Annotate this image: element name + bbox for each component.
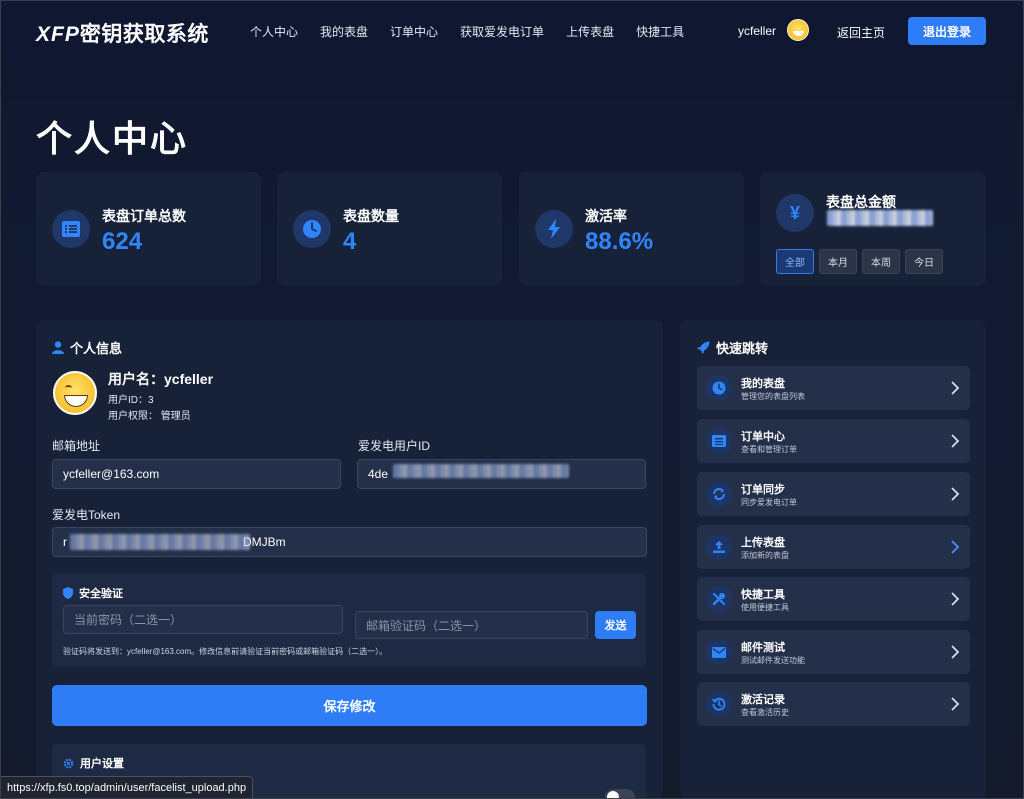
blurred-afdian-id [393,464,569,478]
quick-link-desc: 查看和管理订单 [741,445,797,454]
profile-section-title: 个人信息 [52,338,122,357]
mail-icon [706,639,732,665]
clock-icon [706,375,732,401]
user-settings-title: 用户设置 [63,755,124,771]
quick-link-activation-history[interactable]: 激活记录 查看激活历史 [697,682,970,726]
security-note: 验证码将发送到：ycfeller@163.com。修改信息前请验证当前密码或邮箱… [63,647,388,656]
user-icon [52,341,64,354]
menu-item-orders[interactable]: 订单中心 [390,23,438,40]
chevron-right-icon [951,381,960,395]
range-button-month[interactable]: 本月 [819,249,857,274]
range-filter: 全部 本月 本周 今日 [776,249,943,274]
clock-icon [293,210,331,248]
email-field[interactable]: ycfeller@163.com [52,459,341,489]
profile-role: 用户权限： 管理员 [108,411,191,422]
menu-item-profile[interactable]: 个人中心 [250,23,298,40]
blurred-amount [827,210,933,226]
token-label: 爱发电Token [52,508,121,522]
range-button-today[interactable]: 今日 [905,249,943,274]
quick-link-mail-test[interactable]: 邮件测试 测试邮件发送功能 [697,630,970,674]
stat-value: 4 [343,228,357,255]
stat-card-orders: 表盘订单总数 624 [36,172,261,286]
avatar[interactable] [787,19,809,41]
quick-link-title: 我的表盘 [741,378,785,390]
quick-link-tools[interactable]: 快捷工具 使用便捷工具 [697,577,970,621]
top-nav: XFP密钥获取系统 个人中心 我的表盘 订单中心 获取爱发电订单 上传表盘 快捷… [0,0,1024,62]
quick-link-desc: 使用便捷工具 [741,603,789,612]
save-button[interactable]: 保存修改 [52,685,647,726]
profile-avatar [53,371,97,415]
shield-icon [63,587,73,599]
profile-user-id: 用户ID：3 [108,395,154,406]
menu-item-my-dials[interactable]: 我的表盘 [320,23,368,40]
stat-label: 表盘总金额 [826,194,896,210]
main-menu: 个人中心 我的表盘 订单中心 获取爱发电订单 上传表盘 快捷工具 [250,23,684,40]
stat-card-activation: 激活率 88.6% [519,172,744,286]
email-label: 邮箱地址 [52,439,101,453]
stat-value: 624 [102,228,143,255]
quick-link-desc: 查看激活历史 [741,708,789,717]
stat-label: 激活率 [585,208,627,224]
quick-links-title: 快速跳转 [697,338,768,357]
upload-icon [706,534,732,560]
send-code-button[interactable]: 发送 [595,611,636,639]
list-icon [52,210,90,248]
home-link[interactable]: 返回主页 [837,24,885,41]
quick-link-upload[interactable]: 上传表盘 添加新的表盘 [697,525,970,569]
quick-link-desc: 添加新的表盘 [741,551,789,560]
menu-item-tools[interactable]: 快捷工具 [636,23,684,40]
logout-button[interactable]: 退出登录 [908,17,986,45]
chevron-right-icon [951,645,960,659]
menu-item-fetch-orders[interactable]: 获取爱发电订单 [460,23,544,40]
list-icon [706,428,732,454]
quick-link-title: 订单同步 [741,484,785,496]
range-button-week[interactable]: 本周 [862,249,900,274]
quick-link-title: 上传表盘 [741,537,785,549]
quick-link-order-sync[interactable]: 订单同步 同步爱发电订单 [697,472,970,516]
quick-link-orders[interactable]: 订单中心 查看和管理订单 [697,419,970,463]
chevron-right-icon [951,540,960,554]
stat-card-dials: 表盘数量 4 [277,172,502,286]
security-title: 安全验证 [63,585,123,601]
quick-link-title: 订单中心 [741,431,785,443]
quick-link-my-dials[interactable]: 我的表盘 管理您的表盘列表 [697,366,970,410]
stat-value: 88.6% [585,228,654,255]
chevron-right-icon [951,697,960,711]
blurred-token [70,534,250,550]
chevron-right-icon [951,487,960,501]
sync-icon [706,481,732,507]
afdian-id-label: 爱发电用户ID [358,439,431,453]
afdian-id-visible: 4de [368,467,389,481]
gear-icon [63,758,74,768]
range-button-all[interactable]: 全部 [776,249,814,274]
nav-username: ycfeller [738,24,777,38]
logo[interactable]: XFP密钥获取系统 [36,18,209,48]
quick-link-title: 邮件测试 [741,642,785,654]
settings-toggle[interactable] [605,789,635,799]
stat-card-amount: ¥ 表盘总金额 全部 本月 本周 今日 [760,172,986,286]
stat-label: 表盘订单总数 [102,208,186,224]
history-icon [706,691,732,717]
yen-icon: ¥ [776,194,814,232]
quick-link-desc: 管理您的表盘列表 [741,392,805,401]
current-password-input[interactable]: 当前密码（二选一） [63,605,343,634]
rocket-icon [697,341,710,354]
menu-item-upload[interactable]: 上传表盘 [566,23,614,40]
quick-link-title: 激活记录 [741,694,785,706]
email-code-input[interactable]: 邮箱验证码（二选一） [355,611,588,639]
profile-username: 用户名：ycfeller [108,371,214,387]
chevron-right-icon [951,434,960,448]
chevron-right-icon [951,592,960,606]
browser-status-url: https://xfp.fs0.top/admin/user/facelist_… [0,776,254,799]
stat-label: 表盘数量 [343,208,399,224]
quick-link-desc: 测试邮件发送功能 [741,656,805,665]
tools-icon [706,586,732,612]
bolt-icon [535,210,573,248]
page-title: 个人中心 [36,118,189,159]
quick-link-desc: 同步爱发电订单 [741,498,797,507]
token-prefix: r [63,535,67,549]
quick-link-title: 快捷工具 [741,589,785,601]
